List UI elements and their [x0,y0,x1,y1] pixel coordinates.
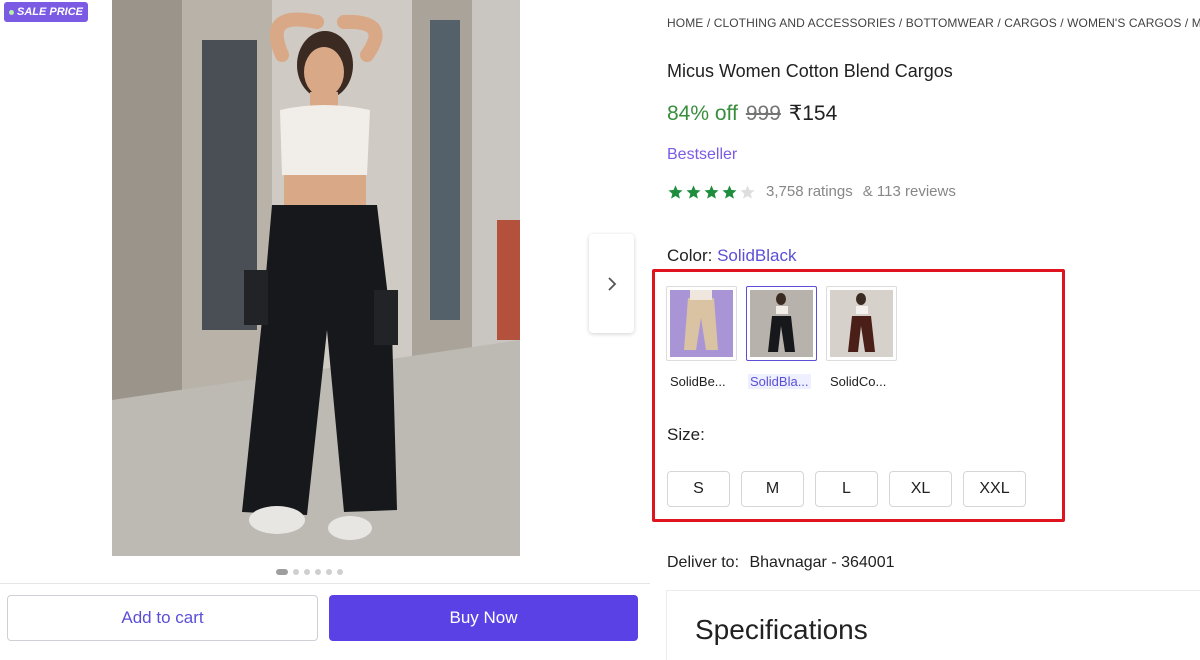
pagination-dot[interactable] [337,569,343,575]
rating-row[interactable]: 3,758 ratings & 113 reviews [667,183,956,200]
rating-stars [667,184,756,200]
selected-color-name: SolidBlack [717,246,797,265]
reviews-count: & 113 reviews [862,183,956,200]
star-filled-icon [704,184,719,199]
add-to-cart-button[interactable]: Add to cart [7,595,318,641]
buy-now-button[interactable]: Buy Now [329,595,638,641]
sale-badge-text: SALE PRICE [17,6,84,18]
sale-price-badge: SALE PRICE [4,2,89,22]
color-swatch-solidcoffee[interactable] [826,286,897,361]
next-image-button[interactable] [589,234,634,333]
deliver-to-label: Deliver to: [667,554,740,571]
pagination-dot[interactable] [293,569,299,575]
pagination-dot[interactable] [326,569,332,575]
size-option-xxl[interactable]: XXL [963,471,1026,507]
size-option-xl[interactable]: XL [889,471,952,507]
color-swatch-solidblack[interactable] [746,286,817,361]
swatch-beige-image [670,290,733,357]
pagination-dot[interactable] [276,569,288,575]
star-filled-icon [668,184,683,199]
color-selection-label: Color: SolidBlack [667,246,796,266]
bestseller-tag: Bestseller [667,146,738,163]
discount-percent: 84% off [667,102,738,125]
size-option-l[interactable]: L [815,471,878,507]
star-filled-icon [686,184,701,199]
pagination-dot[interactable] [304,569,310,575]
delivery-pincode: Bhavnagar - 364001 [749,554,895,571]
selling-price: ₹154 [788,102,838,125]
swatch-label[interactable]: SolidBla... [748,374,811,389]
pagination-dot[interactable] [315,569,321,575]
size-option-s[interactable]: S [667,471,730,507]
color-label: Color: [667,246,713,265]
swatch-coffee-image [830,290,893,357]
size-label: Size: [667,425,705,444]
swatch-label[interactable]: SolidCo... [830,374,886,389]
breadcrumb[interactable]: HOME / CLOTHING AND ACCESSORIES / BOTTOM… [667,16,1200,30]
product-title: Micus Women Cotton Blend Cargos [667,61,953,81]
star-empty-icon [740,184,755,199]
image-pagination-dots [276,569,343,575]
color-swatch-solidbeige[interactable] [666,286,737,361]
swatch-black-image [750,290,813,357]
ratings-count: 3,758 ratings [766,183,853,200]
star-filled-icon [722,184,737,199]
original-price: 999 [745,102,781,125]
specifications-heading[interactable]: Specifications [695,614,868,646]
price-row: 84% off 999 ₹154 [667,101,837,126]
chevron-right-icon [607,276,616,291]
product-main-image[interactable] [112,0,520,556]
size-option-m[interactable]: M [741,471,804,507]
swatch-label[interactable]: SolidBe... [670,374,726,389]
badge-dot-icon [9,9,14,15]
divider [0,583,650,584]
delivery-location[interactable]: Deliver to: Bhavnagar - 364001 [667,554,894,572]
